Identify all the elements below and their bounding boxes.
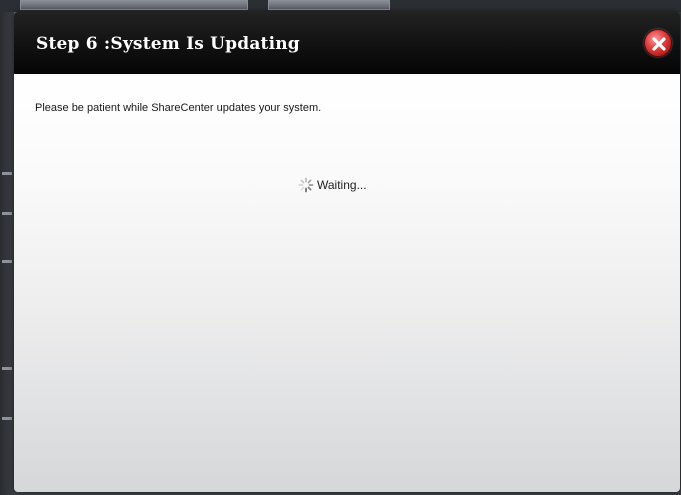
dialog-message: Please be patient while ShareCenter upda… bbox=[35, 102, 322, 114]
loading-spinner-icon bbox=[298, 177, 314, 193]
close-icon bbox=[652, 37, 666, 51]
background-tab bbox=[268, 0, 390, 10]
background-mark bbox=[2, 172, 12, 175]
background-mark bbox=[2, 260, 12, 263]
dialog-header: Step 6 :System Is Updating bbox=[14, 12, 680, 74]
dialog-title: Step 6 :System Is Updating bbox=[36, 34, 300, 54]
dialog-body: Please be patient while ShareCenter upda… bbox=[14, 74, 680, 492]
close-button[interactable] bbox=[644, 29, 672, 57]
background-mark bbox=[2, 367, 12, 370]
background-mark bbox=[2, 417, 12, 420]
background-left-bar bbox=[0, 12, 14, 495]
waiting-status-text: Waiting... bbox=[317, 178, 367, 192]
waiting-indicator: Waiting... bbox=[298, 177, 367, 193]
background-mark bbox=[2, 212, 12, 215]
background-tab bbox=[20, 0, 248, 10]
update-dialog: Step 6 :System Is Updating Please be pat… bbox=[14, 12, 680, 492]
